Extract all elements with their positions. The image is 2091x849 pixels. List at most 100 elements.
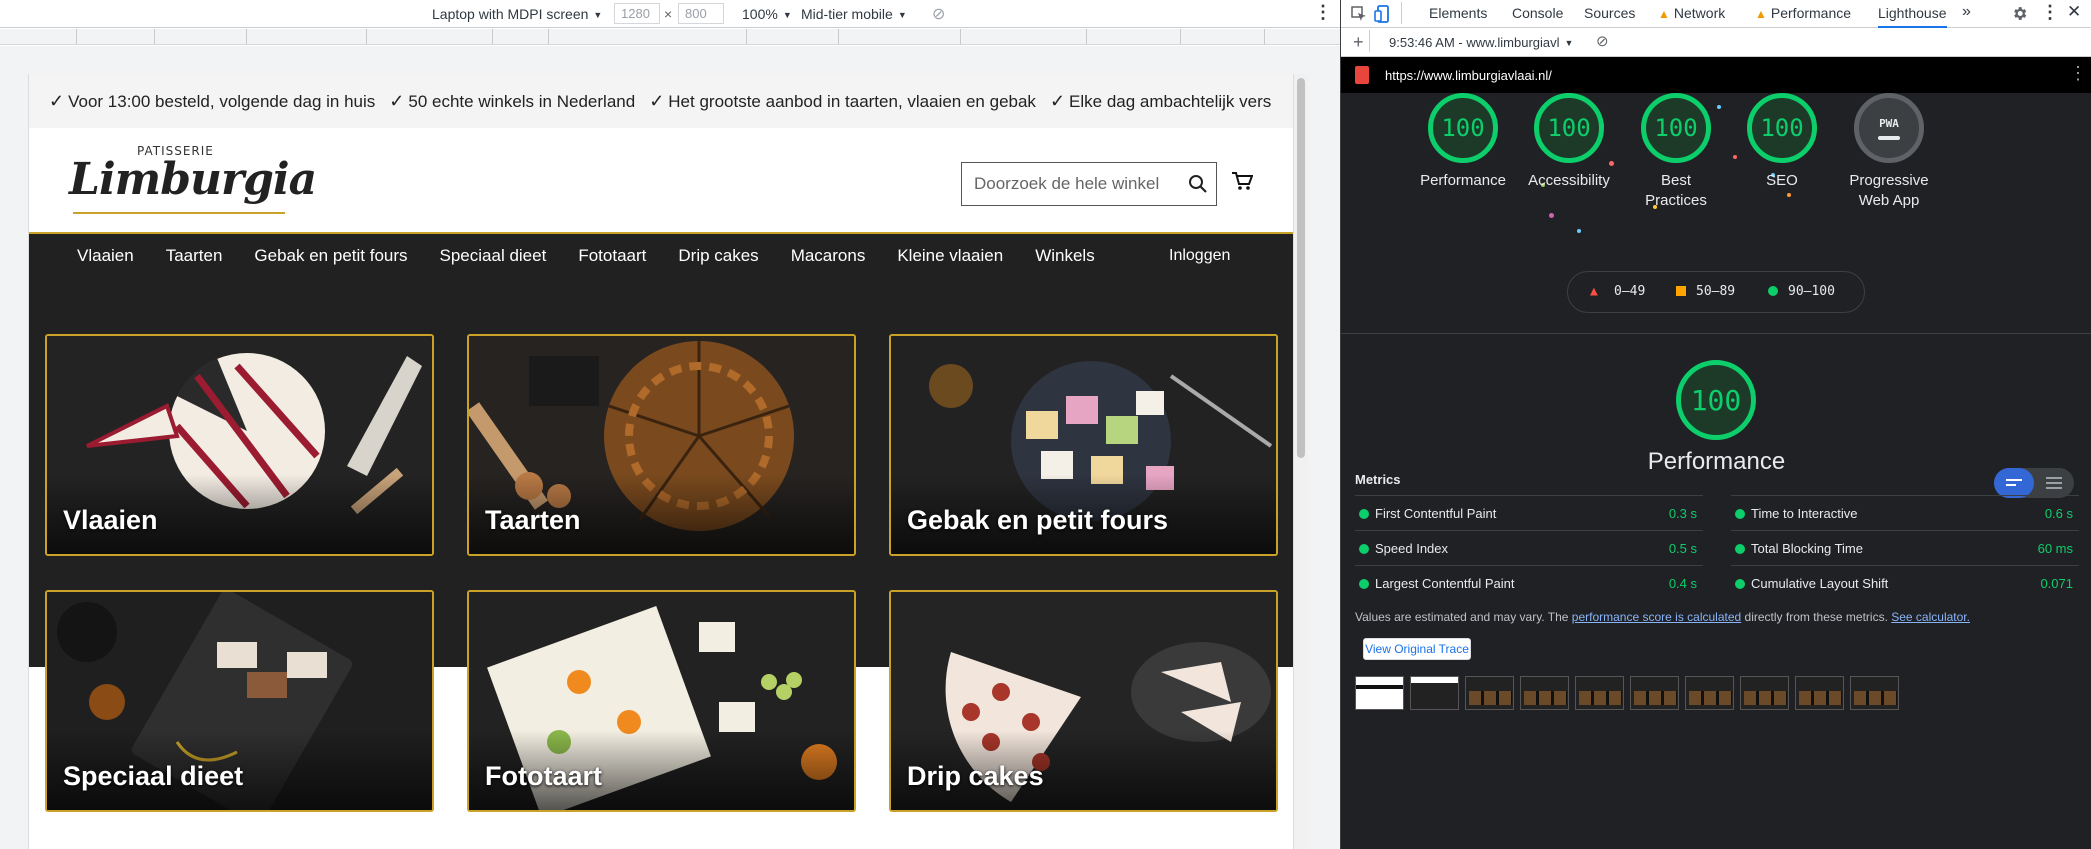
report-url-bar: https://www.limburgiavlaai.nl/ ⋮: [1341, 57, 2091, 93]
zoom-select[interactable]: 100% ▼: [742, 6, 792, 22]
site-logo[interactable]: PATISSERIE Limburgia: [69, 140, 317, 220]
usp-text: Het grootste aanbod in taarten, vlaaien …: [668, 91, 1036, 111]
category-card-vlaaien[interactable]: Vlaaien: [45, 334, 434, 556]
nav-item-gebak[interactable]: Gebak en petit fours: [254, 246, 407, 266]
report-url[interactable]: https://www.limburgiavlaai.nl/: [1385, 68, 1552, 83]
check-icon: ✓: [1049, 90, 1066, 111]
view-original-trace-button[interactable]: View Original Trace: [1363, 638, 1471, 660]
gauge-label: SEO: [1766, 172, 1798, 189]
report-select[interactable]: 9:53:46 AM - www.limburgiavl ▼: [1389, 35, 1573, 50]
nav-item-winkels[interactable]: Winkels: [1035, 246, 1095, 266]
devtools-panel: Elements Console Sources ▲ Network ▲ Perfo…: [1340, 0, 2091, 849]
pwa-badge: PWA: [1854, 93, 1924, 163]
tab-lighthouse[interactable]: Lighthouse: [1878, 5, 1947, 28]
scrollbar-thumb[interactable]: [1297, 78, 1305, 458]
nav-item-fototaart[interactable]: Fototaart: [578, 246, 646, 266]
app-window: Laptop with MDPI screen ▼ 1280 × 800 100%…: [0, 0, 2091, 849]
see-calculator-link[interactable]: See calculator.: [1891, 610, 1970, 624]
nav-item-kleine-vlaaien[interactable]: Kleine vlaaien: [897, 246, 1003, 266]
metric-row: Cumulative Layout Shift 0.071: [1731, 565, 2079, 600]
note-text: directly from these metrics.: [1741, 610, 1892, 624]
nav-item-macarons[interactable]: Macarons: [791, 246, 866, 266]
rotate-icon[interactable]: ⊘: [932, 4, 945, 24]
gauge-pwa[interactable]: PWA Progressive Web App: [1829, 93, 1949, 211]
metric-row: Speed Index 0.5 s: [1355, 530, 1703, 565]
legend-average: 50–89: [1696, 284, 1736, 299]
filmstrip-frame: [1520, 676, 1569, 710]
nav-item-speciaal-dieet[interactable]: Speciaal dieet: [440, 246, 547, 266]
zoom-label: 100%: [742, 6, 778, 22]
filmstrip-frame: [1575, 676, 1624, 710]
logo-name: Limburgia: [69, 154, 317, 205]
score-ring: 100: [1428, 93, 1498, 163]
nav-item-taarten[interactable]: Taarten: [166, 246, 223, 266]
usp-item: ✓ Voor 13:00 besteld, volgende dag in hui…: [49, 91, 375, 112]
metric-name: Time to Interactive: [1751, 506, 1858, 521]
toggle-compact[interactable]: [1994, 468, 2034, 498]
tab-network[interactable]: ▲ Network: [1658, 5, 1725, 21]
filmstrip-frame: [1795, 676, 1844, 710]
metric-value: 0.4 s: [1668, 576, 1697, 591]
filmstrip: [1355, 676, 2085, 710]
filmstrip-frame: [1740, 676, 1789, 710]
report-time: 9:53:46 AM - www.limburgiavl: [1389, 35, 1560, 50]
category-card-speciaal-dieet[interactable]: Speciaal dieet: [45, 590, 434, 812]
nav-item-vlaaien[interactable]: Vlaaien: [77, 246, 134, 266]
check-icon: ✓: [49, 90, 65, 111]
search-icon[interactable]: [1188, 174, 1208, 194]
gauge-seo[interactable]: 100 SEO: [1722, 93, 1842, 191]
search-box[interactable]: Doorzoek de hele winkel: [961, 162, 1217, 206]
new-report-icon[interactable]: +: [1353, 32, 1364, 53]
gauge-label: Accessibility: [1528, 172, 1610, 189]
filmstrip-frame: [1410, 676, 1459, 710]
nav-item-drip-cakes[interactable]: Drip cakes: [678, 246, 758, 266]
category-card-taarten[interactable]: Taarten: [467, 334, 856, 556]
login-link[interactable]: Inloggen: [1169, 247, 1230, 265]
filmstrip-frame: [1850, 676, 1899, 710]
usp-bar: ✓ Voor 13:00 besteld, volgende dag in hui…: [29, 74, 1293, 128]
tab-sources[interactable]: Sources: [1584, 5, 1635, 21]
more-tabs-button[interactable]: »: [1962, 3, 1971, 21]
check-icon: ✓: [389, 90, 405, 111]
close-icon[interactable]: ✕: [2067, 2, 2081, 22]
width-input[interactable]: 1280: [614, 3, 660, 24]
category-label: Fototaart: [485, 761, 602, 791]
gauge-accessibility[interactable]: 100 Accessibility: [1509, 93, 1629, 191]
settings-gear-icon[interactable]: [2011, 5, 2028, 22]
chevron-down-icon: ▼: [1564, 38, 1574, 48]
throttle-select[interactable]: Mid-tier mobile ▼: [801, 6, 907, 22]
category-card-gebak[interactable]: Gebak en petit fours: [889, 334, 1278, 556]
clear-icon[interactable]: ⊘: [1596, 32, 1609, 50]
tab-elements[interactable]: Elements: [1429, 5, 1487, 21]
gauge-best-practices[interactable]: 100 Best Practices: [1616, 93, 1736, 211]
lines-expanded-icon[interactable]: [2034, 468, 2074, 498]
note-text: Values are estimated and may vary. The: [1355, 610, 1572, 624]
pass-dot-icon: [1359, 544, 1369, 554]
warning-icon: ▲: [1755, 7, 1767, 21]
metrics-view-toggle[interactable]: [1994, 468, 2074, 498]
metric-row: Total Blocking Time 60 ms: [1731, 530, 2079, 565]
device-select[interactable]: Laptop with MDPI screen ▼: [432, 6, 602, 22]
gauge-label: Progressive Web App: [1849, 172, 1929, 209]
check-icon: ✓: [649, 90, 665, 111]
main-navigation: Vlaaien Taarten Gebak en petit fours Spe…: [29, 232, 1293, 282]
search-input[interactable]: Doorzoek de hele winkel: [974, 174, 1159, 194]
report-menu-icon[interactable]: ⋮: [2069, 63, 2087, 84]
devtools-menu-icon[interactable]: ⋮: [2041, 2, 2059, 23]
tab-console[interactable]: Console: [1512, 5, 1563, 21]
gauge-performance[interactable]: 100 Performance: [1403, 93, 1523, 191]
category-card-drip-cakes[interactable]: Drip cakes: [889, 590, 1278, 812]
metrics-heading: Metrics: [1355, 472, 1401, 487]
tab-performance[interactable]: ▲ Performance: [1755, 5, 1851, 21]
metric-name: Total Blocking Time: [1751, 541, 1863, 556]
inspect-icon[interactable]: [1351, 6, 1367, 22]
page-scrollbar[interactable]: [1294, 74, 1308, 849]
score-calculated-link[interactable]: performance score is calculated: [1572, 610, 1741, 624]
filmstrip-frame: [1630, 676, 1679, 710]
height-input[interactable]: 800: [678, 3, 724, 24]
cart-icon[interactable]: [1231, 170, 1253, 192]
site-header: PATISSERIE Limburgia Doorzoek de hele wi…: [29, 128, 1293, 232]
category-card-fototaart[interactable]: Fototaart: [467, 590, 856, 812]
device-toggle-icon[interactable]: [1374, 5, 1390, 23]
more-options-icon[interactable]: ⋮: [1314, 2, 1332, 23]
